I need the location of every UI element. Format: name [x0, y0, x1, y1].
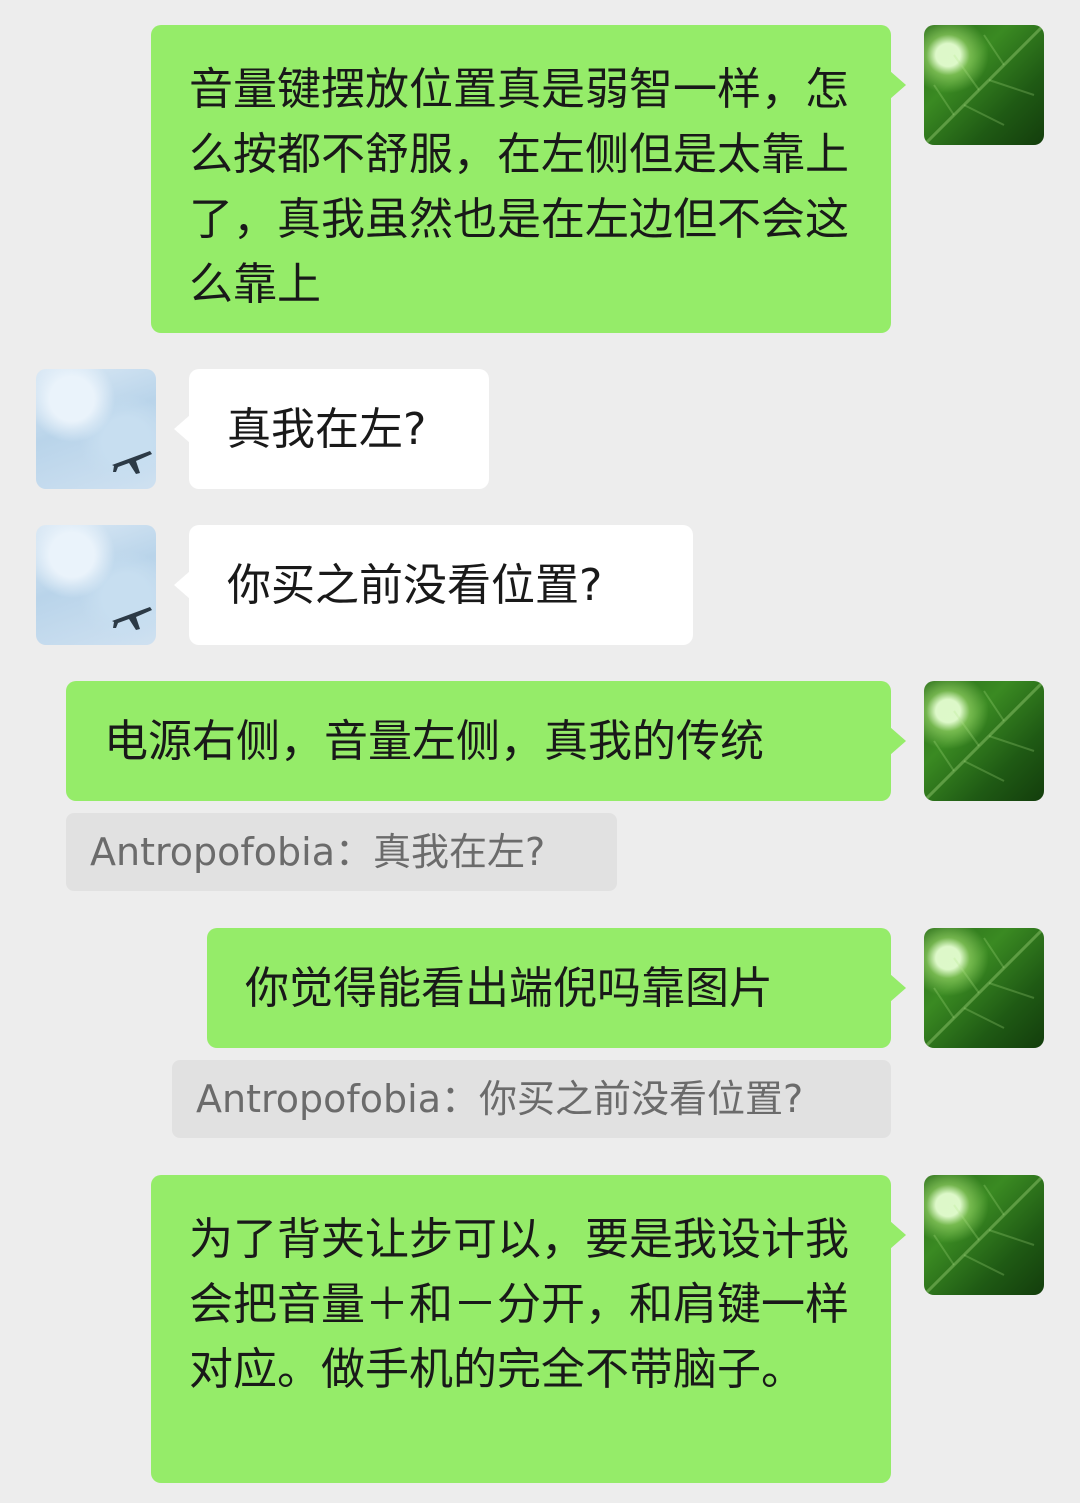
message-bubble-sent[interactable]: 音量键摆放位置真是弱智一样，怎么按都不舒服，在左侧但是太靠上了，真我虽然也是在左… [151, 25, 906, 333]
message-bubble-sent[interactable]: 你觉得能看出端倪吗靠图片 [207, 928, 906, 1048]
my-avatar[interactable] [924, 1175, 1044, 1295]
airplane-icon [112, 607, 152, 630]
message-text: 真我在左? [227, 403, 427, 455]
leaf-icon [924, 681, 1044, 801]
message-text: 你觉得能看出端倪吗靠图片 [245, 962, 773, 1014]
leaf-icon [924, 1175, 1044, 1295]
message-bubble-received[interactable]: 你买之前没看位置? [174, 525, 693, 645]
quoted-message[interactable]: Antropofobia：真我在左? [66, 813, 617, 891]
leaf-icon [924, 25, 1044, 145]
my-avatar[interactable] [924, 25, 1044, 145]
my-avatar[interactable] [924, 681, 1044, 801]
message-bubble-sent[interactable]: 为了背夹让步可以，要是我设计我会把音量＋和－分开，和肩键一样对应。做手机的完全不… [151, 1175, 906, 1483]
leaf-icon [924, 928, 1044, 1048]
my-avatar[interactable] [924, 928, 1044, 1048]
quote-text: Antropofobia：你买之前没看位置? [196, 1077, 804, 1121]
quoted-message[interactable]: Antropofobia：你买之前没看位置? [172, 1060, 891, 1138]
contact-avatar[interactable] [36, 369, 156, 489]
contact-avatar[interactable] [36, 525, 156, 645]
message-bubble-sent[interactable]: 电源右侧，音量左侧，真我的传统 [66, 681, 906, 801]
message-text: 电源右侧，音量左侧，真我的传统 [104, 715, 764, 767]
airplane-icon [112, 451, 152, 474]
message-text: 音量键摆放位置真是弱智一样，怎么按都不舒服，在左侧但是太靠上了，真我虽然也是在左… [189, 64, 849, 310]
message-bubble-received[interactable]: 真我在左? [174, 369, 489, 489]
message-text: 你买之前没看位置? [227, 559, 603, 611]
quote-text: Antropofobia：真我在左? [90, 830, 546, 874]
message-text: 为了背夹让步可以，要是我设计我会把音量＋和－分开，和肩键一样对应。做手机的完全不… [189, 1214, 849, 1395]
